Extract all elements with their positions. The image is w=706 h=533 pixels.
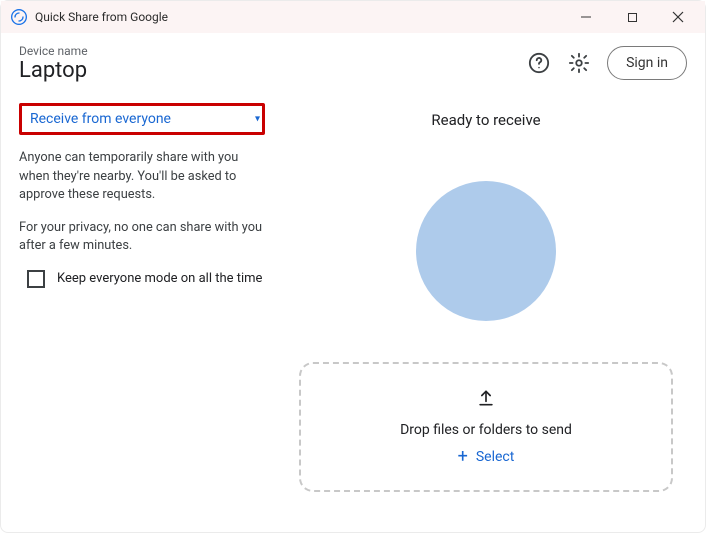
- info-text-2: For your privacy, no one can share with …: [19, 219, 265, 256]
- maximize-button[interactable]: [609, 1, 655, 33]
- minimize-button[interactable]: [563, 1, 609, 33]
- signin-button[interactable]: Sign in: [607, 46, 687, 80]
- select-button[interactable]: + Select: [458, 448, 515, 466]
- drop-text: Drop files or folders to send: [400, 422, 572, 438]
- device-name-button[interactable]: Laptop: [19, 58, 88, 83]
- receive-mode-dropdown[interactable]: Receive from everyone ▾: [19, 103, 265, 135]
- device-name-label: Device name: [19, 44, 88, 58]
- keep-everyone-label: Keep everyone mode on all the time: [57, 271, 262, 286]
- chevron-down-icon: ▾: [255, 114, 260, 125]
- ready-title: Ready to receive: [299, 111, 673, 129]
- window-title: Quick Share from Google: [35, 10, 168, 24]
- receiver-avatar: [416, 181, 556, 321]
- left-panel: Receive from everyone ▾ Anyone can tempo…: [19, 93, 265, 506]
- titlebar: Quick Share from Google: [1, 1, 705, 33]
- receiver-avatar-area: [299, 153, 673, 348]
- right-panel: Ready to receive Drop files or folders t…: [285, 93, 687, 506]
- receive-mode-label: Receive from everyone: [30, 111, 171, 127]
- close-button[interactable]: [655, 1, 701, 33]
- drop-zone[interactable]: Drop files or folders to send + Select: [299, 362, 673, 492]
- upload-icon: [476, 388, 496, 412]
- app-icon: [11, 9, 27, 25]
- keep-everyone-checkbox-row[interactable]: Keep everyone mode on all the time: [19, 270, 265, 288]
- device-name-value: Laptop: [19, 58, 87, 83]
- select-label: Select: [476, 449, 514, 465]
- keep-everyone-checkbox[interactable]: [27, 270, 45, 288]
- content: Receive from everyone ▾ Anyone can tempo…: [1, 93, 705, 524]
- settings-button[interactable]: [559, 43, 599, 83]
- plus-icon: +: [458, 448, 468, 466]
- help-button[interactable]: [519, 43, 559, 83]
- header: Device name Laptop Sign in: [1, 33, 705, 93]
- signin-label: Sign in: [626, 55, 668, 71]
- info-text-1: Anyone can temporarily share with you wh…: [19, 149, 265, 205]
